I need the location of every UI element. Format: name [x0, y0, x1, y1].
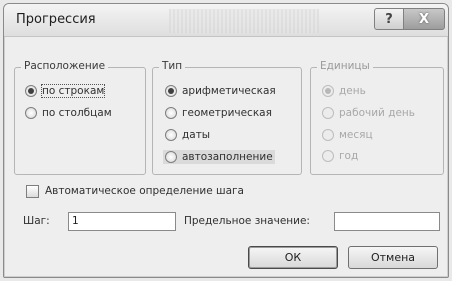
- step-value: 1: [72, 215, 79, 227]
- close-icon: X: [418, 11, 430, 27]
- location-legend: Расположение: [21, 60, 109, 72]
- location-by-columns-label: по столбцам: [42, 107, 112, 119]
- step-input[interactable]: 1: [68, 212, 176, 231]
- ok-button[interactable]: ОК: [248, 246, 338, 269]
- units-year-radio[interactable]: год: [322, 150, 358, 162]
- close-button[interactable]: X: [403, 8, 445, 30]
- type-autofill-radio[interactable]: автозаполнение: [163, 150, 275, 164]
- type-autofill-label: автозаполнение: [182, 151, 273, 163]
- units-workday-label: рабочий день: [339, 107, 415, 119]
- location-by-columns-radio[interactable]: по столбцам: [25, 107, 112, 119]
- type-geometric-label: геометрическая: [182, 107, 272, 119]
- ok-button-label: ОК: [284, 251, 302, 264]
- cancel-button[interactable]: Отмена: [348, 246, 438, 269]
- auto-step-label: Автоматическое определение шага: [45, 185, 244, 197]
- auto-step-checkbox[interactable]: [26, 185, 39, 198]
- location-by-rows-radio[interactable]: по строкам: [25, 84, 106, 98]
- dialog-title: Прогрессия: [16, 12, 96, 27]
- units-month-radio[interactable]: месяц: [322, 129, 373, 141]
- units-month-label: месяц: [339, 129, 373, 141]
- location-group: Расположение: [14, 60, 146, 175]
- type-geometric-radio[interactable]: геометрическая: [165, 107, 272, 119]
- type-legend: Тип: [159, 60, 186, 72]
- progression-dialog: Прогрессия ? X Расположение по строкам п…: [3, 3, 449, 278]
- units-year-label: год: [339, 150, 359, 162]
- units-day-radio[interactable]: день: [322, 85, 366, 97]
- radio-unchecked-icon: [165, 129, 177, 141]
- radio-unchecked-icon: [25, 107, 37, 119]
- type-dates-label: даты: [182, 129, 211, 141]
- help-icon: ?: [385, 11, 393, 27]
- radio-checked-icon: [165, 85, 177, 97]
- cancel-button-label: Отмена: [370, 251, 416, 264]
- location-by-rows-label: по строкам: [40, 84, 106, 98]
- limit-label: Предельное значение:: [184, 215, 310, 227]
- type-arithmetic-radio[interactable]: арифметическая: [165, 85, 276, 97]
- units-workday-radio[interactable]: рабочий день: [322, 107, 415, 119]
- help-button[interactable]: ?: [374, 8, 404, 30]
- radio-unchecked-icon: [165, 151, 177, 163]
- title-bar-texture: [169, 9, 319, 33]
- radio-unchecked-icon: [165, 107, 177, 119]
- radio-unchecked-icon: [322, 129, 334, 141]
- type-arithmetic-label: арифметическая: [182, 85, 276, 97]
- radio-unchecked-icon: [322, 150, 334, 162]
- title-bar[interactable]: Прогрессия ? X: [4, 4, 448, 37]
- radio-checked-icon: [25, 85, 37, 97]
- radio-checked-icon: [322, 85, 334, 97]
- limit-input[interactable]: [334, 212, 440, 231]
- units-legend: Единицы: [317, 60, 373, 72]
- step-label: Шаг:: [23, 215, 50, 227]
- radio-unchecked-icon: [322, 107, 334, 119]
- units-day-label: день: [339, 85, 366, 97]
- type-dates-radio[interactable]: даты: [165, 129, 210, 141]
